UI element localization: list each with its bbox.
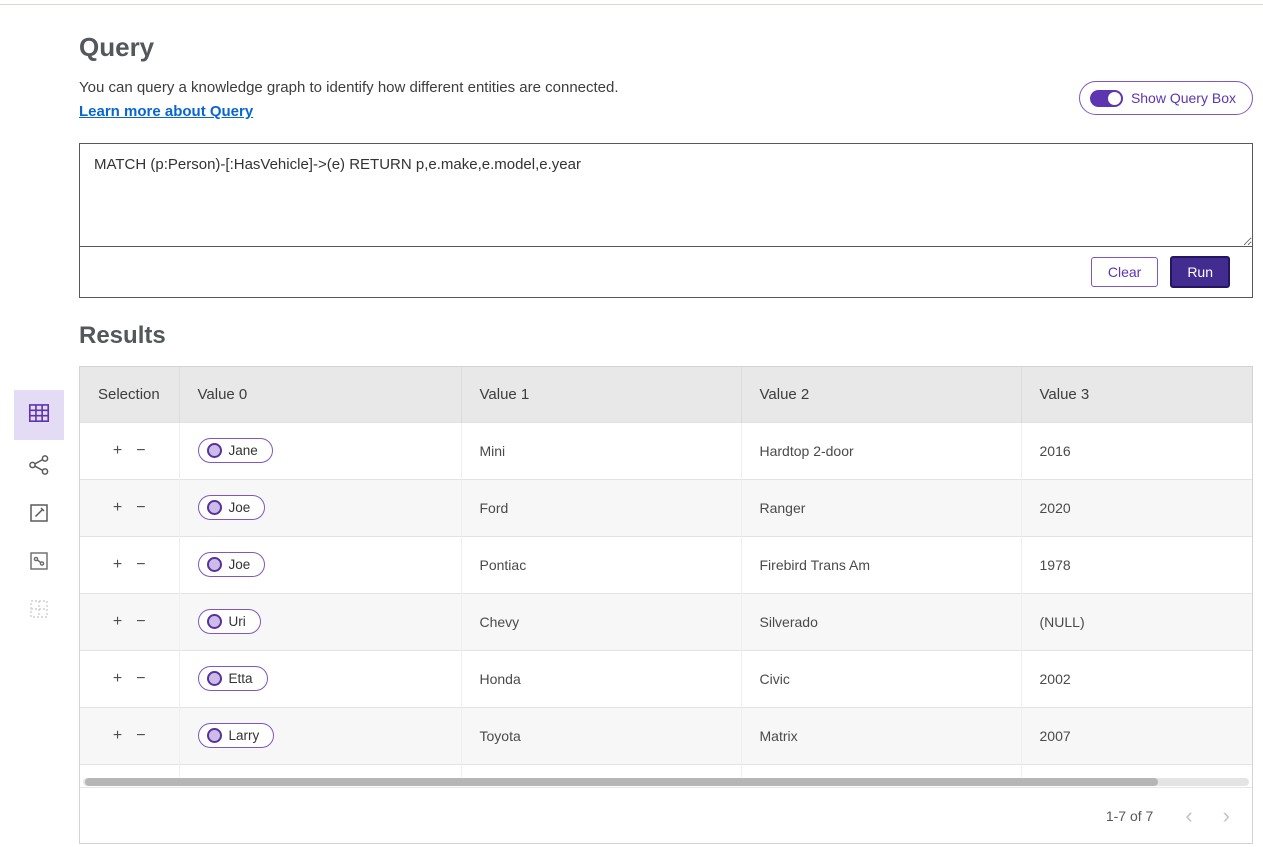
chart-view-icon — [28, 502, 50, 529]
toggle-on-icon[interactable] — [1090, 90, 1123, 107]
add-to-selection-button[interactable]: + — [106, 727, 129, 745]
table-row: +− Etta Honda Civic 2002 — [80, 650, 1252, 707]
view-switcher-rail — [14, 390, 64, 646]
top-divider — [0, 4, 1263, 5]
cell-year: (NULL) — [1021, 593, 1252, 650]
cell-year — [1021, 764, 1252, 777]
pagination-bar: 1-7 of 7 ‹ › — [80, 787, 1252, 843]
entity-name: Larry — [229, 728, 260, 743]
entity-pill[interactable]: Etta — [198, 666, 268, 691]
col-selection: Selection — [80, 367, 179, 422]
grid-view-button[interactable] — [14, 598, 64, 624]
cell-make: Pontiac — [461, 536, 741, 593]
cell-model: Civic — [741, 650, 1021, 707]
remove-from-selection-button[interactable]: − — [129, 442, 152, 460]
table-row: +− Joe Pontiac Firebird Trans Am 1978 — [80, 536, 1252, 593]
person-node-icon — [207, 614, 222, 629]
show-query-box-toggle[interactable]: Show Query Box — [1079, 81, 1253, 115]
query-page: Query You can query a knowledge graph to… — [0, 0, 1263, 847]
add-to-selection-button[interactable]: + — [106, 670, 129, 688]
results-table: Selection Value 0 Value 1 Value 2 Value … — [80, 367, 1252, 777]
scrollbar-thumb[interactable] — [85, 778, 1158, 786]
cell-make: Honda — [461, 650, 741, 707]
run-button[interactable]: Run — [1170, 256, 1230, 288]
cell-model: Matrix — [741, 707, 1021, 764]
clear-button[interactable]: Clear — [1091, 257, 1158, 287]
person-node-icon — [207, 671, 222, 686]
results-title: Results — [79, 322, 166, 350]
person-node-icon — [207, 443, 222, 458]
page-title: Query — [79, 32, 154, 63]
person-node-icon — [207, 557, 222, 572]
cell-model — [741, 764, 1021, 777]
table-row: +− Joe Ford Ranger 2020 — [80, 479, 1252, 536]
pagination-range: 1-7 of 7 — [1106, 808, 1153, 824]
table-row: +− Larry Toyota Matrix 2007 — [80, 707, 1252, 764]
query-panel: MATCH (p:Person)-[:HasVehicle]->(e) RETU… — [79, 143, 1253, 298]
entity-name: Uri — [229, 614, 246, 629]
entity-pill[interactable]: Jane — [198, 438, 273, 463]
cell-year: 1978 — [1021, 536, 1252, 593]
entity-name: Joe — [229, 557, 251, 572]
cell-model: Silverado — [741, 593, 1021, 650]
horizontal-scrollbar[interactable] — [83, 778, 1249, 786]
cell-year: 2016 — [1021, 422, 1252, 479]
remove-from-selection-button[interactable]: − — [129, 670, 152, 688]
add-to-selection-button[interactable]: + — [106, 556, 129, 574]
cell-year: 2020 — [1021, 479, 1252, 536]
cell-model: Firebird Trans Am — [741, 536, 1021, 593]
query-toolbar: Clear Run — [80, 247, 1252, 297]
cell-make — [461, 764, 741, 777]
table-view-icon — [26, 400, 52, 431]
col-value-2: Value 2 — [741, 367, 1021, 422]
remove-from-selection-button[interactable]: − — [129, 556, 152, 574]
graph-view-icon — [28, 454, 50, 481]
col-value-0: Value 0 — [179, 367, 461, 422]
remove-from-selection-button[interactable]: − — [129, 727, 152, 745]
table-view-button[interactable] — [14, 390, 64, 440]
page-description: You can query a knowledge graph to ident… — [79, 79, 619, 96]
learn-more-link[interactable]: Learn more about Query — [79, 103, 253, 120]
query-input[interactable]: MATCH (p:Person)-[:HasVehicle]->(e) RETU… — [80, 144, 1252, 247]
entity-pill[interactable]: Joe — [198, 552, 266, 577]
add-to-selection-button[interactable]: + — [106, 499, 129, 517]
cell-make: Chevy — [461, 593, 741, 650]
results-table-card: Selection Value 0 Value 1 Value 2 Value … — [79, 366, 1253, 844]
cell-make: Ford — [461, 479, 741, 536]
remove-from-selection-button[interactable]: − — [129, 613, 152, 631]
cell-make: Mini — [461, 422, 741, 479]
add-to-selection-button[interactable]: + — [106, 613, 129, 631]
grid-view-icon — [28, 598, 50, 625]
entity-name: Joe — [229, 500, 251, 515]
chart-view-button[interactable] — [14, 502, 64, 528]
map-view-button[interactable] — [14, 550, 64, 576]
toggle-knob — [1108, 92, 1121, 105]
graph-view-button[interactable] — [14, 454, 64, 480]
col-value-1: Value 1 — [461, 367, 741, 422]
remove-from-selection-button[interactable]: − — [129, 499, 152, 517]
entity-pill[interactable]: Larry — [198, 723, 275, 748]
header-row: Selection Value 0 Value 1 Value 2 Value … — [80, 367, 1252, 422]
cell-model: Hardtop 2-door — [741, 422, 1021, 479]
map-view-icon — [28, 550, 50, 577]
add-to-selection-button[interactable]: + — [106, 442, 129, 460]
entity-name: Jane — [229, 443, 258, 458]
entity-pill[interactable]: Uri — [198, 609, 261, 634]
cell-year: 2007 — [1021, 707, 1252, 764]
col-value-3: Value 3 — [1021, 367, 1252, 422]
entity-name: Etta — [229, 671, 253, 686]
person-node-icon — [207, 500, 222, 515]
person-node-icon — [207, 728, 222, 743]
next-page-icon[interactable]: › — [1219, 805, 1234, 827]
cell-make: Toyota — [461, 707, 741, 764]
table-row: +− Uri Chevy Silverado (NULL) — [80, 593, 1252, 650]
previous-page-icon[interactable]: ‹ — [1181, 805, 1196, 827]
table-row: +− Jane Mini Hardtop 2-door 2016 — [80, 422, 1252, 479]
cell-model: Ranger — [741, 479, 1021, 536]
cell-year: 2002 — [1021, 650, 1252, 707]
entity-pill[interactable]: Joe — [198, 495, 266, 520]
results-table-viewport: Selection Value 0 Value 1 Value 2 Value … — [80, 367, 1252, 777]
toggle-label: Show Query Box — [1131, 90, 1236, 106]
table-row-partial: +− — [80, 764, 1252, 777]
